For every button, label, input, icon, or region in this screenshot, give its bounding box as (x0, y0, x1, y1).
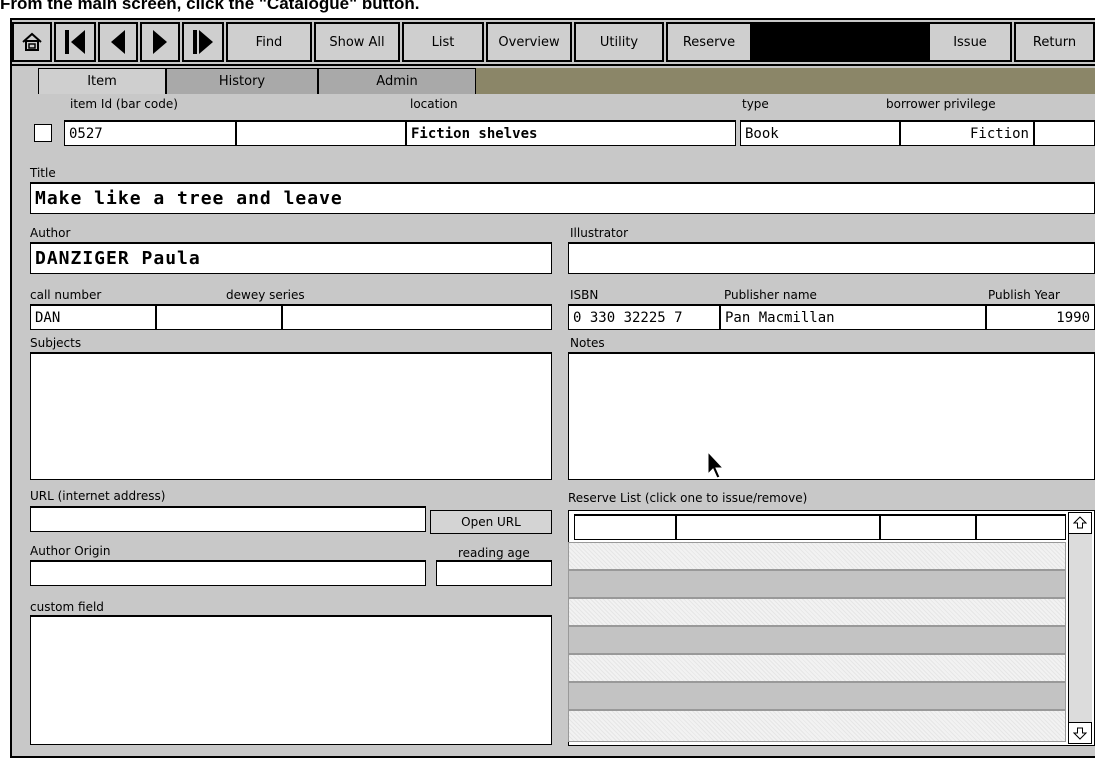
reserve-list-row[interactable] (568, 570, 1066, 598)
show-all-button[interactable]: Show All (314, 22, 400, 62)
item-select-checkbox[interactable] (34, 124, 52, 142)
previous-record-button[interactable] (98, 22, 138, 62)
call-number-field[interactable]: DAN (30, 304, 156, 330)
reading-age-field[interactable] (436, 560, 552, 586)
tab-item[interactable]: Item (38, 68, 166, 94)
reserve-list-row[interactable] (568, 682, 1066, 710)
borrower-privilege-extra-field[interactable] (1034, 120, 1095, 146)
tab-history[interactable]: History (166, 68, 318, 94)
item-id-extra-field[interactable] (236, 120, 406, 146)
last-record-icon (193, 30, 213, 54)
location-field[interactable]: Fiction shelves (406, 120, 736, 146)
open-url-button[interactable]: Open URL (430, 510, 552, 534)
type-field[interactable]: Book (740, 120, 900, 146)
custom-field[interactable] (30, 615, 552, 745)
reserve-list-row[interactable] (568, 710, 1066, 742)
custom-field-label: custom field (30, 600, 104, 614)
notes-field[interactable] (568, 352, 1095, 480)
last-record-button[interactable] (182, 22, 224, 62)
home-icon (22, 32, 42, 51)
reserve-list-header-cell[interactable] (976, 514, 1066, 540)
reserve-list-label: Reserve List (click one to issue/remove) (568, 491, 808, 505)
instruction-caption: From the main screen, click the "Catalog… (0, 0, 420, 13)
reserve-list-header-cell[interactable] (676, 514, 880, 540)
notes-label: Notes (570, 336, 605, 350)
reserve-list-row[interactable] (568, 654, 1066, 682)
reserve-list-header-cell[interactable] (880, 514, 976, 540)
reserve-list-row[interactable] (568, 542, 1066, 570)
publish-year-field[interactable]: 1990 (986, 304, 1095, 330)
type-label: type (742, 97, 769, 111)
reserve-list-row[interactable] (568, 598, 1066, 626)
author-field[interactable]: DANZIGER Paula (30, 242, 552, 274)
publish-year-label: Publish Year (988, 288, 1060, 302)
url-label: URL (internet address) (30, 489, 166, 503)
subjects-label: Subjects (30, 336, 82, 350)
borrower-privilege-label: borrower privilege (886, 97, 996, 111)
author-origin-label: Author Origin (30, 544, 111, 558)
scroll-up-button[interactable] (1068, 512, 1092, 534)
scroll-up-icon (1073, 516, 1087, 529)
illustrator-label: Illustrator (570, 226, 629, 240)
find-button[interactable]: Find (226, 22, 312, 62)
tab-strip-fill (476, 68, 1095, 94)
subjects-field[interactable] (30, 352, 552, 480)
first-record-button[interactable] (54, 22, 96, 62)
toolbar-spacer (752, 22, 928, 62)
isbn-field[interactable]: 0 330 32225 7 (568, 304, 720, 330)
call-number-label: call number (30, 288, 102, 302)
author-label: Author (30, 226, 71, 240)
utility-button[interactable]: Utility (574, 22, 664, 62)
issue-button[interactable]: Issue (928, 22, 1012, 62)
url-field[interactable] (30, 506, 426, 532)
title-field[interactable]: Make like a tree and leave (30, 182, 1095, 214)
borrower-privilege-field[interactable]: Fiction (900, 120, 1034, 146)
home-button[interactable] (12, 22, 52, 62)
reserve-list-header-cell[interactable] (574, 514, 676, 540)
list-button[interactable]: List (402, 22, 484, 62)
mouse-pointer-icon (707, 450, 725, 479)
next-record-button[interactable] (140, 22, 180, 62)
return-button[interactable]: Return (1014, 22, 1095, 62)
dewey-field[interactable] (156, 304, 282, 330)
previous-record-icon (111, 30, 125, 54)
item-id-label: item Id (bar code) (70, 97, 178, 111)
reserve-button[interactable]: Reserve (666, 22, 752, 62)
scroll-down-button[interactable] (1068, 722, 1092, 744)
first-record-icon (65, 30, 85, 54)
publisher-name-label: Publisher name (724, 288, 817, 302)
location-label: location (410, 97, 458, 111)
tab-admin[interactable]: Admin (318, 68, 476, 94)
item-id-field[interactable]: 0527 (64, 120, 236, 146)
next-record-icon (153, 30, 167, 54)
isbn-label: ISBN (570, 288, 599, 302)
publisher-name-field[interactable]: Pan Macmillan (720, 304, 986, 330)
title-label: Title (30, 166, 56, 180)
reading-age-label: reading age (458, 546, 530, 560)
scroll-down-icon (1073, 727, 1087, 740)
author-origin-field[interactable] (30, 560, 426, 586)
dewey-series-label: dewey series (226, 288, 305, 302)
overview-button[interactable]: Overview (486, 22, 572, 62)
reserve-list-scrollbar[interactable] (1068, 512, 1092, 744)
illustrator-field[interactable] (568, 242, 1095, 274)
toolbar-divider (12, 64, 1095, 66)
reserve-list-row[interactable] (568, 626, 1066, 654)
series-field[interactable] (282, 304, 552, 330)
